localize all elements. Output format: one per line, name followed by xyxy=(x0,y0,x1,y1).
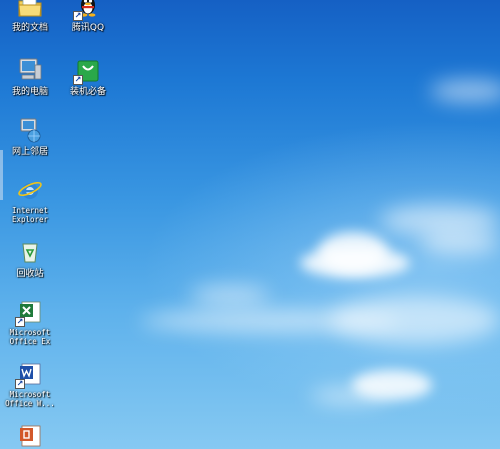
computer-icon xyxy=(16,56,44,84)
qq-penguin-icon: ↗ xyxy=(73,0,102,21)
shortcut-arrow-icon: ↗ xyxy=(73,75,83,85)
desktop-icon-label: 我的文档 xyxy=(11,23,48,33)
shortcut-arrow-icon: ↗ xyxy=(15,379,25,389)
desktop-icon-label: Microsoft Office W... xyxy=(5,390,55,408)
desktop-icon-label: 网上邻居 xyxy=(11,147,48,157)
excel-icon: ↗ xyxy=(15,298,44,327)
desktop-icon-qq[interactable]: ↗ 腾讯QQ xyxy=(58,0,118,33)
desktop-icon-internet-explorer[interactable]: Internet Explorer xyxy=(0,176,60,224)
desktop-icon-essentials[interactable]: ↗ 装机必备 xyxy=(58,56,118,97)
shortcut-arrow-icon: ↗ xyxy=(15,317,25,327)
desktop-icon-label: Internet Explorer xyxy=(11,206,49,224)
desktop-icon-network[interactable]: 网上邻居 xyxy=(0,116,60,157)
cloud xyxy=(430,80,500,102)
cloud xyxy=(330,296,500,344)
desktop-icon-label: 回收站 xyxy=(16,269,44,279)
desktop-icon-label: 腾讯QQ xyxy=(71,23,105,33)
word-icon: ↗ xyxy=(15,360,44,389)
desktop-icon-label: 装机必备 xyxy=(69,87,106,97)
desktop-icon-label: Microsoft Office Ex xyxy=(9,328,51,346)
desktop-icon-powerpoint[interactable] xyxy=(0,422,60,449)
desktop-icon-excel[interactable]: ↗ Microsoft Office Ex xyxy=(0,298,60,346)
cloud xyxy=(420,230,500,255)
desktop-background[interactable]: 我的文档 ↗ 腾讯QQ 我的电脑 ↗ 装机必备 网上邻居 Internet Ex… xyxy=(0,0,500,449)
cloud xyxy=(190,286,270,304)
internet-explorer-icon xyxy=(16,176,44,204)
desktop-icon-label: 我的电脑 xyxy=(11,87,48,97)
desktop-icon-word[interactable]: ↗ Microsoft Office W... xyxy=(0,360,60,408)
cloud xyxy=(300,248,410,278)
folder-docs-icon xyxy=(16,0,44,20)
shortcut-arrow-icon: ↗ xyxy=(73,11,83,21)
powerpoint-icon xyxy=(16,422,44,449)
shopping-bag-icon: ↗ xyxy=(73,56,102,85)
network-icon xyxy=(16,116,44,144)
cloud xyxy=(380,205,500,235)
desktop-icon-recycle-bin[interactable]: 回收站 xyxy=(0,238,60,279)
recycle-bin-icon xyxy=(16,238,44,266)
desktop-icon-my-documents[interactable]: 我的文档 xyxy=(0,0,60,33)
cloud xyxy=(310,388,390,404)
desktop-icon-my-computer[interactable]: 我的电脑 xyxy=(0,56,60,97)
